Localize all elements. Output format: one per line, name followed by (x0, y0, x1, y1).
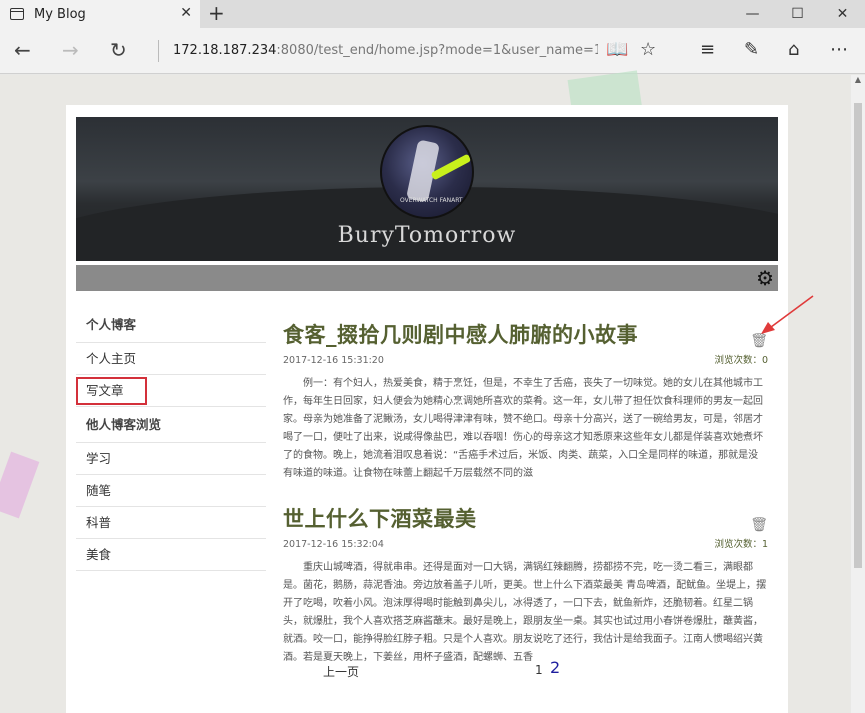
forward-button[interactable]: → (62, 38, 79, 62)
blog-name: BuryTomorrow (337, 223, 517, 248)
article-date: 2017-12-16 15:32:04 (283, 539, 384, 550)
sidebar-item-science[interactable]: 科普 (76, 507, 266, 539)
toolbar-strip: ⚙ (76, 265, 778, 291)
sidebar-item-study[interactable]: 学习 (76, 443, 266, 475)
close-tab-icon[interactable]: ✕ (180, 5, 192, 21)
article-excerpt: 例一：有个妇人，热爱美食，精于烹饪，但是，不幸生了舌癌，丧失了一切味觉。她的女儿… (283, 378, 763, 479)
prev-page-link[interactable]: 上一页 (323, 663, 359, 680)
scroll-up-icon[interactable]: ▲ (851, 75, 865, 89)
sidebar-item-essay[interactable]: 随笔 (76, 475, 266, 507)
page-1-link[interactable]: 1 (535, 663, 543, 677)
avatar-caption: OVERWATCH FANART (400, 197, 463, 204)
blog-banner: OVERWATCH FANART BuryTomorrow (76, 117, 778, 261)
tab-bar: My Blog ✕ + — ☐ ✕ (0, 0, 865, 28)
article-card: 食客_掇拾几则剧中感人肺腑的小故事 🗑 2017-12-16 15:31:20 … (283, 319, 768, 483)
more-icon[interactable]: ⋯ (830, 38, 848, 62)
trash-icon[interactable]: 🗑 (750, 517, 768, 533)
share-icon[interactable]: ⌂ (788, 38, 799, 62)
web-note-icon[interactable]: ✎ (744, 38, 759, 62)
back-button[interactable]: ← (14, 38, 31, 62)
page-icon (10, 8, 24, 20)
new-tab-button[interactable]: + (208, 3, 225, 23)
article-meta: 2017-12-16 15:31:20 浏览次数：0 (283, 353, 768, 369)
refresh-button[interactable]: ↻ (110, 38, 127, 62)
sidebar-header-browse: 他人博客浏览 (76, 407, 266, 443)
article-title[interactable]: 食客_掇拾几则剧中感人肺腑的小故事 (283, 319, 768, 351)
view-count: 浏览次数：0 (714, 355, 768, 366)
avatar: OVERWATCH FANART (380, 125, 474, 219)
address-host: 172.18.187.234 (173, 43, 277, 58)
close-window-button[interactable]: ✕ (820, 0, 865, 28)
scrollbar[interactable]: ▲ (851, 75, 865, 713)
gear-icon[interactable]: ⚙ (756, 268, 774, 288)
highlight-box (76, 377, 147, 405)
sidebar-item-food[interactable]: 美食 (76, 539, 266, 571)
navigation-bar: ← → ↻ 172.18.187.234:8080/test_end/home.… (0, 28, 865, 74)
sidebar-header-personal: 个人博客 (76, 307, 266, 343)
article-title[interactable]: 世上什么下酒菜最美 (283, 503, 768, 535)
reading-view-icon[interactable]: 📖 (606, 38, 628, 62)
minimize-button[interactable]: — (730, 0, 775, 28)
maximize-button[interactable]: ☐ (775, 0, 820, 28)
article-excerpt: 重庆山城啤酒，得就串串。还得是面对一口大锅，满锅红辣翻腾，捞都捞不完，吃一烫二看… (283, 562, 767, 663)
scroll-thumb[interactable] (854, 103, 862, 568)
article-list: 食客_掇拾几则剧中感人肺腑的小故事 🗑 2017-12-16 15:31:20 … (283, 319, 768, 687)
tab-title: My Blog (34, 6, 86, 22)
blog-container: OVERWATCH FANART BuryTomorrow ⚙ 个人博客 个人主… (66, 105, 788, 713)
favorite-star-icon[interactable]: ☆ (640, 38, 656, 62)
annotation-arrow (761, 295, 814, 334)
sidebar-item-home[interactable]: 个人主页 (76, 343, 266, 375)
page-2-link[interactable]: 2 (550, 658, 560, 677)
view-count: 浏览次数：1 (714, 539, 768, 550)
article-meta: 2017-12-16 15:32:04 浏览次数：1 (283, 537, 768, 553)
hub-icon[interactable]: ≡ (700, 38, 715, 62)
sidebar: 个人博客 个人主页 写文章 他人博客浏览 学习 随笔 科普 美食 (76, 307, 266, 571)
address-path: :8080/test_end/home.jsp?mode=1&user_name… (276, 43, 598, 58)
article-card: 世上什么下酒菜最美 🗑 2017-12-16 15:32:04 浏览次数：1 重… (283, 503, 768, 667)
address-bar[interactable]: 172.18.187.234:8080/test_end/home.jsp?mo… (158, 40, 598, 62)
article-date: 2017-12-16 15:31:20 (283, 355, 384, 366)
pagination: 上一页 1 2 (323, 653, 763, 683)
browser-tab[interactable]: My Blog ✕ (0, 0, 200, 28)
